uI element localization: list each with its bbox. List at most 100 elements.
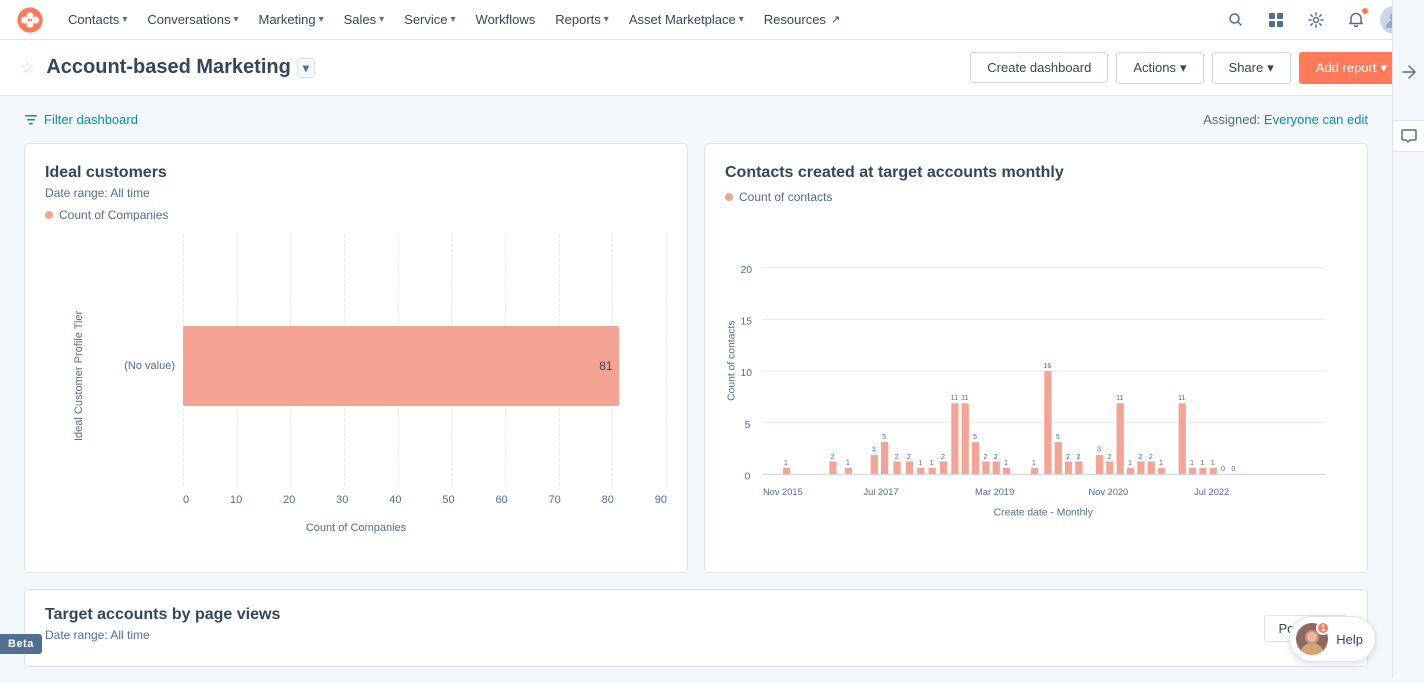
- header-action-buttons: Create dashboard Actions ▾ Share ▾ Add r…: [970, 52, 1404, 84]
- svg-text:Create date - Monthly: Create date - Monthly: [994, 508, 1094, 519]
- main-content: Filter dashboard Assigned: Everyone can …: [0, 96, 1392, 683]
- svg-text:Mar 2019: Mar 2019: [975, 487, 1014, 497]
- svg-text:20: 20: [740, 265, 752, 276]
- nav-asset-marketplace[interactable]: Asset Marketplace ▾: [621, 8, 752, 31]
- chevron-down-icon: ▾: [122, 14, 127, 25]
- nav-contacts[interactable]: Contacts ▾: [60, 8, 135, 31]
- chevron-down-icon: ▾: [319, 14, 324, 25]
- chart2-legend: Count of contacts: [725, 190, 1347, 204]
- nav-workflows[interactable]: Workflows: [468, 8, 544, 31]
- svg-text:Jul 2022: Jul 2022: [1194, 487, 1229, 497]
- chart2-title: Contacts created at target accounts mont…: [725, 164, 1347, 182]
- chart-grid: Ideal customers Date range: All time Cou…: [24, 143, 1368, 573]
- horizontal-bar-chart: Ideal Customer Profile Tier: [45, 234, 667, 534]
- svg-text:1: 1: [1128, 458, 1132, 467]
- svg-text:5: 5: [1056, 432, 1060, 441]
- bar-container: 81: [183, 326, 667, 406]
- filter-bar: Filter dashboard Assigned: Everyone can …: [24, 112, 1368, 127]
- svg-text:11: 11: [1178, 393, 1186, 402]
- hubspot-logo[interactable]: [16, 6, 44, 34]
- header-bar: ☆ Account-based Marketing ▾ Create dashb…: [0, 40, 1424, 96]
- svg-text:1: 1: [784, 458, 788, 467]
- help-button[interactable]: 1 Help: [1289, 616, 1376, 662]
- svg-text:16: 16: [1043, 361, 1051, 370]
- svg-text:11: 11: [1116, 393, 1124, 402]
- help-avatar-container: 1: [1296, 623, 1328, 655]
- svg-text:5: 5: [973, 432, 977, 441]
- assigned-value-link[interactable]: Everyone can edit: [1264, 112, 1368, 127]
- nav-reports[interactable]: Reports ▾: [547, 8, 617, 31]
- chevron-down-icon: ▾: [1380, 60, 1387, 76]
- svg-text:Nov 2020: Nov 2020: [1088, 487, 1128, 497]
- chart1-subtitle: Date range: All time: [45, 186, 667, 200]
- svg-text:2: 2: [830, 452, 834, 461]
- page-title: Account-based Marketing ▾: [46, 56, 315, 79]
- bottom-card-subtitle: Date range: All time: [45, 628, 280, 642]
- chevron-down-icon: ▾: [1267, 60, 1274, 76]
- svg-text:15: 15: [740, 317, 752, 328]
- horiz-bar: 81: [183, 326, 619, 406]
- filter-dashboard-button[interactable]: Filter dashboard: [24, 112, 138, 127]
- svg-text:0: 0: [1231, 464, 1235, 473]
- svg-text:10: 10: [740, 368, 752, 379]
- top-navigation: Contacts ▾ Conversations ▾ Marketing ▾ S…: [0, 0, 1424, 40]
- legend-dot: [45, 211, 53, 219]
- x-axis-title: Count of Companies: [45, 518, 667, 534]
- bar-row: (No value) 81: [105, 326, 667, 406]
- contacts-monthly-chart: Contacts created at target accounts mont…: [704, 143, 1368, 573]
- chat-icon[interactable]: [1392, 120, 1424, 152]
- settings-button[interactable]: [1300, 4, 1332, 36]
- svg-text:1: 1: [1004, 458, 1008, 467]
- svg-text:Nov 2015: Nov 2015: [763, 487, 803, 497]
- nav-service[interactable]: Service ▾: [396, 8, 463, 31]
- title-dropdown-button[interactable]: ▾: [297, 58, 315, 78]
- vertical-bar-chart: 0 5 10 15 20 Count of contacts: [725, 216, 1347, 526]
- actions-button[interactable]: Actions ▾: [1116, 52, 1203, 84]
- help-label: Help: [1336, 632, 1363, 647]
- bar-label: (No value): [105, 360, 175, 372]
- chart-svg: 0 5 10 15 20 Count of contacts: [725, 216, 1347, 526]
- help-notification-badge: 1: [1316, 621, 1330, 635]
- nav-sales[interactable]: Sales ▾: [336, 8, 393, 31]
- chart-inner: (No value) 81 0 10 20 30: [105, 234, 667, 518]
- expand-icon[interactable]: [1397, 60, 1421, 84]
- marketplace-icon-button[interactable]: [1260, 4, 1292, 36]
- svg-text:0: 0: [745, 472, 751, 483]
- share-button[interactable]: Share ▾: [1212, 52, 1291, 84]
- svg-text:2: 2: [941, 452, 945, 461]
- svg-text:1: 1: [1211, 458, 1215, 467]
- svg-text:5: 5: [745, 420, 751, 431]
- chart1-title: Ideal customers: [45, 164, 667, 182]
- chevron-down-icon: ▾: [451, 14, 456, 25]
- svg-text:2: 2: [983, 452, 987, 461]
- svg-text:Count of contacts: Count of contacts: [726, 320, 737, 400]
- svg-text:2: 2: [1107, 452, 1111, 461]
- y-axis-label: Ideal Customer Profile Tier: [45, 234, 105, 518]
- svg-text:11: 11: [961, 393, 969, 402]
- nav-resources[interactable]: Resources ↗: [756, 8, 848, 31]
- svg-text:1: 1: [918, 458, 922, 467]
- nav-right-actions: [1220, 4, 1408, 36]
- x-axis: 0 10 20 30 40 50 60 70 80 90: [105, 494, 667, 506]
- svg-text:2: 2: [1138, 452, 1142, 461]
- nav-marketing[interactable]: Marketing ▾: [250, 8, 331, 31]
- ideal-customers-chart: Ideal customers Date range: All time Cou…: [24, 143, 688, 573]
- chart1-legend: Count of Companies: [45, 208, 667, 222]
- notifications-button[interactable]: [1340, 4, 1372, 36]
- external-link-icon: ↗: [831, 13, 840, 26]
- right-sidebar: [1392, 0, 1424, 678]
- target-accounts-card: Target accounts by page views Date range…: [24, 589, 1368, 667]
- notification-badge: [1362, 8, 1368, 14]
- chevron-down-icon: ▾: [379, 14, 384, 25]
- search-button[interactable]: [1220, 4, 1252, 36]
- svg-text:1: 1: [1032, 458, 1036, 467]
- create-dashboard-button[interactable]: Create dashboard: [970, 52, 1108, 83]
- card-title-group: Target accounts by page views Date range…: [45, 606, 280, 650]
- legend-dot: [725, 193, 733, 201]
- svg-text:0: 0: [1221, 464, 1225, 473]
- add-report-button[interactable]: Add report ▾: [1299, 52, 1404, 84]
- assigned-label: Assigned: Everyone can edit: [1203, 112, 1368, 127]
- favorite-star-icon[interactable]: ☆: [20, 58, 34, 78]
- nav-conversations[interactable]: Conversations ▾: [139, 8, 246, 31]
- chevron-down-icon: ▾: [739, 14, 744, 25]
